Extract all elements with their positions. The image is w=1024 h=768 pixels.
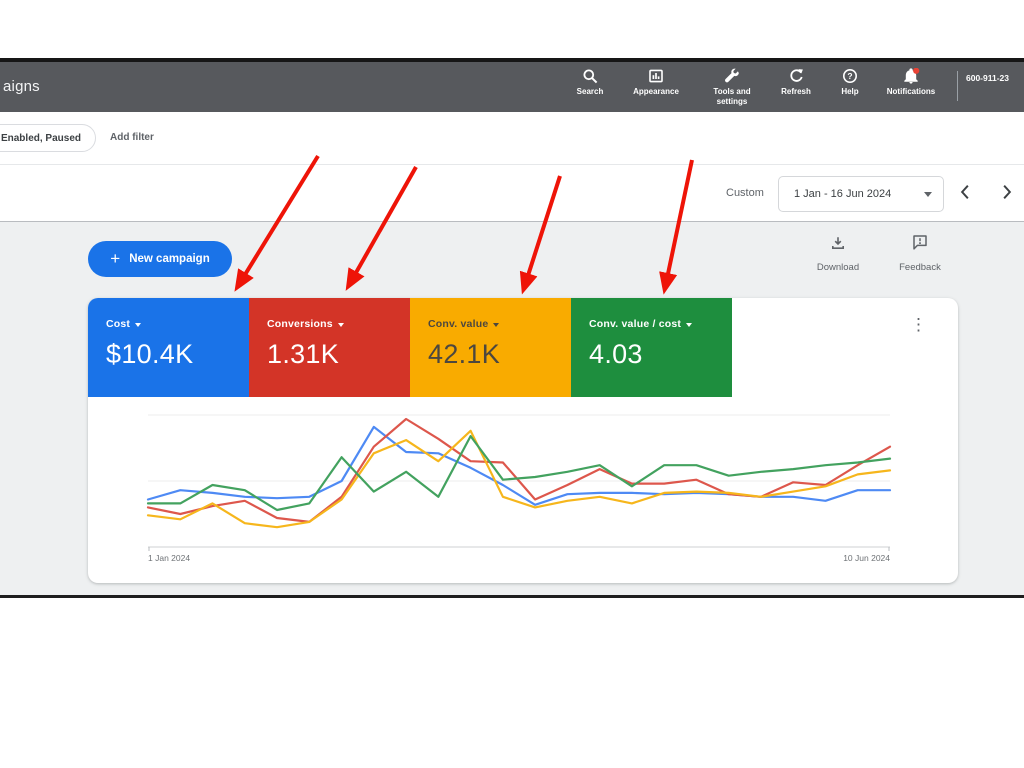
chevron-left-icon xyxy=(960,185,969,199)
feedback-label: Feedback xyxy=(899,262,941,273)
chart-x-axis-labels: 1 Jan 2024 10 Jun 2024 xyxy=(148,553,890,563)
chevron-right-icon xyxy=(1003,185,1012,199)
dropdown-caret-icon xyxy=(337,323,344,327)
metric-tile-conv-value-per-cost[interactable]: Conv. value / cost 4.03 xyxy=(571,298,732,397)
notifications-icon xyxy=(903,67,920,85)
previous-period-button[interactable] xyxy=(958,184,980,206)
metric-label: Cost xyxy=(106,318,131,330)
metric-label: Conversions xyxy=(267,318,333,330)
nav-help[interactable]: ? Help xyxy=(826,64,874,112)
new-campaign-label: New campaign xyxy=(129,253,210,265)
nav-refresh[interactable]: Refresh xyxy=(766,64,826,112)
add-filter-button[interactable]: Add filter xyxy=(110,132,154,143)
nav-label: Notifications xyxy=(886,87,936,96)
plus-icon: + xyxy=(110,248,121,268)
main-content: + New campaign Download Feedback Cost $1… xyxy=(0,222,1024,595)
metric-value: 42.1K xyxy=(428,339,501,369)
nav-label: Help xyxy=(841,87,859,96)
feedback-icon xyxy=(912,234,928,256)
performance-chart-card: Cost $10.4K Conversions 1.31K Conv. valu… xyxy=(88,298,958,583)
download-icon xyxy=(830,236,846,256)
support-phone-number: 600-911-23 xyxy=(966,73,1010,83)
dropdown-caret-icon xyxy=(686,323,693,327)
dropdown-caret-icon xyxy=(493,323,500,327)
metric-tile-conversions[interactable]: Conversions 1.31K xyxy=(249,298,410,397)
nav-label: Tools and settings xyxy=(713,87,751,106)
nav-tools-settings[interactable]: Tools and settings xyxy=(698,64,766,112)
x-axis-end-label: 10 Jun 2024 xyxy=(843,553,890,563)
dropdown-caret-icon xyxy=(924,191,932,197)
refresh-icon xyxy=(788,68,804,85)
date-range-value: 1 Jan - 16 Jun 2024 xyxy=(794,188,892,200)
trend-chart xyxy=(146,414,892,551)
page-title-campaigns: aigns xyxy=(3,78,40,95)
x-axis-start-label: 1 Jan 2024 xyxy=(148,553,191,563)
next-period-button[interactable] xyxy=(1000,184,1022,206)
metric-value: $10.4K xyxy=(106,339,194,369)
metric-value: 1.31K xyxy=(267,339,340,369)
metric-tile-cost[interactable]: Cost $10.4K xyxy=(88,298,249,397)
metric-label: Conv. value xyxy=(428,318,489,330)
status-filter-chip[interactable]: Enabled, Paused xyxy=(0,124,96,152)
metric-tiles: Cost $10.4K Conversions 1.31K Conv. valu… xyxy=(88,298,958,397)
topbar-nav: Search Appearance Tools and settings Ref… xyxy=(566,64,948,112)
bottom-divider xyxy=(0,595,1024,598)
feedback-button[interactable]: Feedback xyxy=(890,234,950,273)
date-range-picker[interactable]: 1 Jan - 16 Jun 2024 xyxy=(778,176,944,212)
dropdown-caret-icon xyxy=(135,323,142,327)
metric-tile-conv-value[interactable]: Conv. value 42.1K xyxy=(410,298,571,397)
metric-label: Conv. value / cost xyxy=(589,318,682,330)
help-icon: ? xyxy=(842,68,858,85)
topbar-divider xyxy=(957,71,958,101)
metric-value: 4.03 xyxy=(589,339,643,369)
download-label: Download xyxy=(816,262,860,273)
new-campaign-button[interactable]: + New campaign xyxy=(88,241,232,277)
nav-label: Search xyxy=(576,87,604,96)
nav-notifications[interactable]: Notifications xyxy=(874,64,948,112)
appearance-icon xyxy=(648,68,664,85)
filter-bar: Enabled, Paused Add filter xyxy=(0,112,1024,165)
date-toolbar: Custom 1 Jan - 16 Jun 2024 xyxy=(0,166,1024,222)
nav-search[interactable]: Search xyxy=(566,64,614,112)
date-mode-label: Custom xyxy=(726,187,764,199)
nav-label: Appearance xyxy=(633,87,679,96)
search-icon xyxy=(582,68,598,85)
topbar: aigns Search Appearance Tools and settin… xyxy=(0,62,1024,112)
download-button[interactable]: Download xyxy=(808,236,868,273)
svg-text:?: ? xyxy=(847,71,852,81)
kebab-menu-icon[interactable]: ⋮ xyxy=(910,316,927,333)
nav-label: Refresh xyxy=(781,87,811,96)
series-line xyxy=(146,435,892,512)
nav-appearance[interactable]: Appearance xyxy=(614,64,698,112)
google-ads-campaigns-page: aigns Search Appearance Tools and settin… xyxy=(0,0,1024,768)
tools-settings-icon xyxy=(724,68,740,85)
